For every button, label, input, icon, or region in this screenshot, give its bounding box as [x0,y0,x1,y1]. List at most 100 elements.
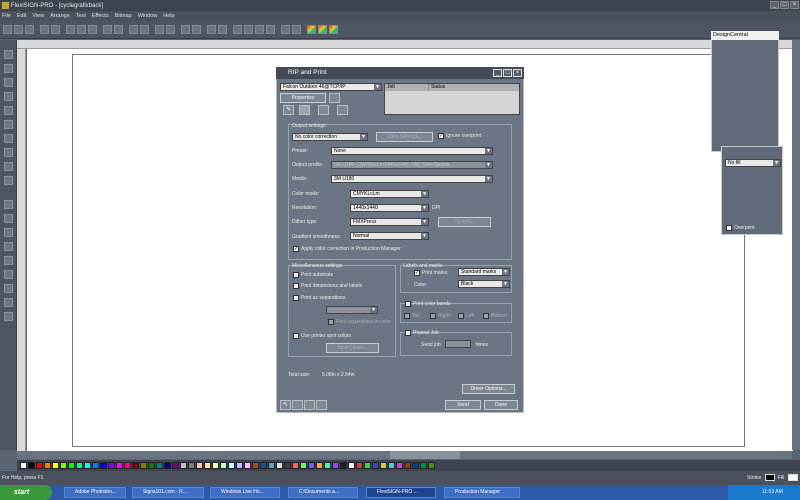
zoom-out-icon[interactable] [192,25,201,34]
shape-tool-icon[interactable] [4,78,13,87]
layout-icon[interactable] [244,25,253,34]
print-color-bands-checkbox[interactable] [405,301,411,307]
new-file-icon[interactable] [3,25,12,34]
copy-icon[interactable] [77,25,86,34]
task-photoshop[interactable]: Adobe Photosho... [64,487,126,498]
preset-combo[interactable]: None ▼ [331,147,493,155]
overprint-checkbox[interactable] [726,225,732,231]
palette-swatch-47[interactable] [396,462,403,469]
dialog-minimize-button[interactable]: _ [493,69,502,77]
palette-swatch-16[interactable] [148,462,155,469]
setup-icon[interactable] [329,93,340,103]
menu-window[interactable]: Window [138,13,158,19]
gradient-smoothness-combo[interactable]: Normal ▼ [350,232,429,240]
nest-icon[interactable] [304,400,315,410]
task-signs101[interactable]: Signs101.com - R... [132,487,204,498]
paste-icon[interactable] [88,25,97,34]
palette-swatch-20[interactable] [180,462,187,469]
palette-swatch-15[interactable] [140,462,147,469]
dither-type-combo[interactable]: FMXPress ▼ [350,218,429,226]
rotate-icon[interactable] [207,25,216,34]
knife-tool-icon[interactable] [4,242,13,251]
band-right-checkbox[interactable] [430,313,436,319]
palette-swatch-11[interactable] [108,462,115,469]
fill-combo[interactable]: No fill ▼ [725,159,781,167]
properties-button[interactable]: Properties [280,93,326,103]
print-icon[interactable] [40,25,49,34]
color-wheel-icon[interactable] [318,25,327,34]
palette-swatch-50[interactable] [420,462,427,469]
palette-swatch-25[interactable] [220,462,227,469]
contour-tool-icon[interactable] [4,214,13,223]
print-dimensions-checkbox[interactable] [293,283,299,289]
print-marks-checkbox[interactable]: ✓ [414,270,420,276]
palette-swatch-27[interactable] [236,462,243,469]
color-mode-combo[interactable]: CMYKLcLm ▼ [350,190,429,198]
measure-tool-icon[interactable] [4,200,13,209]
horizontal-scroll-thumb[interactable] [390,451,460,459]
palette-swatch-1[interactable] [28,462,35,469]
repeat-job-checkbox[interactable] [405,330,411,336]
repeat-count-stepper[interactable] [445,340,471,348]
printer-combo[interactable]: Falcon Outdoor 46@TCP/IP ▼ [280,83,382,91]
close-button[interactable]: × [790,1,799,9]
palette-swatch-40[interactable] [340,462,347,469]
status-column-header[interactable]: Status [429,84,445,91]
palette-swatch-48[interactable] [404,462,411,469]
save-icon[interactable] [25,25,34,34]
palette-swatch-13[interactable] [124,462,131,469]
palette-swatch-7[interactable] [76,462,83,469]
palette-swatch-2[interactable] [36,462,43,469]
color-palette-icon[interactable] [307,25,316,34]
open-file-icon[interactable] [14,25,23,34]
weed-tool-icon[interactable] [4,228,13,237]
mirror-icon[interactable] [218,25,227,34]
dither-options-button[interactable]: Options... [438,217,491,227]
palette-swatch-5[interactable] [60,462,67,469]
palette-swatch-36[interactable] [308,462,315,469]
palette-swatch-23[interactable] [204,462,211,469]
preview-icon[interactable] [292,400,303,410]
arrange-icon[interactable] [166,25,175,34]
palette-swatch-17[interactable] [156,462,163,469]
menu-text[interactable]: Text [76,13,86,19]
band-left-checkbox[interactable] [458,313,464,319]
swatch-icon[interactable] [329,25,338,34]
print-substrate-checkbox[interactable] [293,272,299,278]
palette-swatch-14[interactable] [132,462,139,469]
driver-options-button[interactable]: Driver Options... [462,384,515,394]
select-tool-icon[interactable] [4,50,13,59]
rectangle-tool-icon[interactable] [4,148,13,157]
task-documents[interactable]: C:\Documents a... [288,487,358,498]
done-button[interactable]: Done [484,400,518,410]
palette-swatch-6[interactable] [68,462,75,469]
menu-effects[interactable]: Effects [92,13,109,19]
palette-swatch-9[interactable] [92,462,99,469]
palette-swatch-42[interactable] [356,462,363,469]
spot-colors-button[interactable]: Spot Colors... [326,343,379,353]
palette-swatch-43[interactable] [364,462,371,469]
menu-edit[interactable]: Edit [17,13,26,19]
group-icon[interactable] [129,25,138,34]
palette-swatch-19[interactable] [172,462,179,469]
text-tool-icon[interactable] [4,106,13,115]
palette-swatch-39[interactable] [332,462,339,469]
tab-color-icon[interactable] [318,105,329,115]
cut-file-icon[interactable] [255,25,264,34]
pointer-icon[interactable]: ↖ [280,400,291,410]
grid-icon[interactable] [233,25,242,34]
color-correction-combo[interactable]: No color correction ▼ [292,133,368,141]
palette-swatch-41[interactable] [348,462,355,469]
band-top-checkbox[interactable] [404,313,410,319]
menu-view[interactable]: View [32,13,44,19]
design-central-title[interactable]: DesignCentral [711,31,779,40]
minimize-button[interactable]: _ [770,1,779,9]
palette-swatch-24[interactable] [212,462,219,469]
media-combo[interactable]: 3M U180 ▼ [331,175,493,183]
blend-tool-icon[interactable] [4,270,13,279]
pan-tool-icon[interactable] [4,298,13,307]
fill-tool-icon[interactable] [4,134,13,143]
palette-swatch-21[interactable] [188,462,195,469]
ungroup-icon[interactable] [140,25,149,34]
use-spot-colors-checkbox[interactable] [293,333,299,339]
